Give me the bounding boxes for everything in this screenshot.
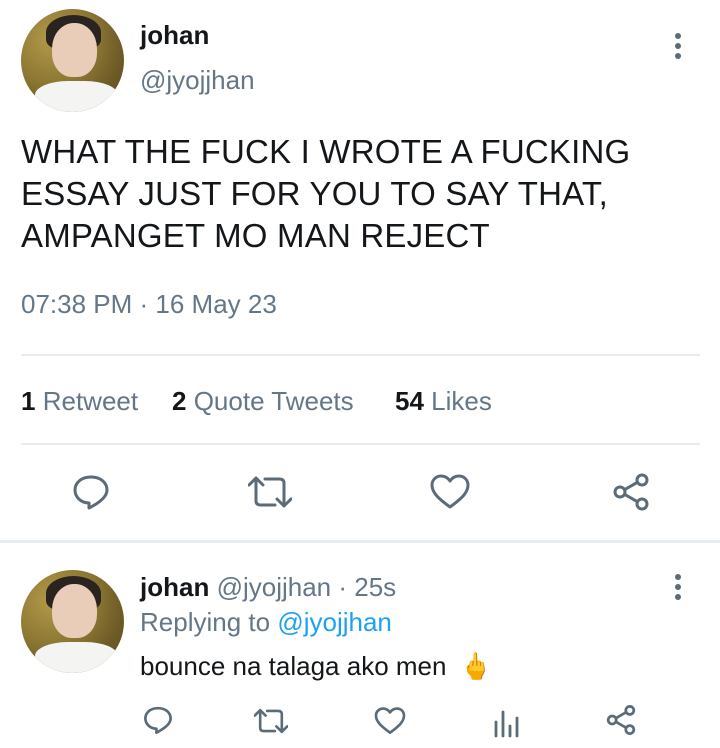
author-name[interactable]: johan xyxy=(140,20,209,51)
tweet-text-line: WHAT THE FUCK I WROTE A FUCKING xyxy=(21,133,631,170)
retweets-label: Retweet xyxy=(42,386,139,416)
middle-finger-emoji-icon: 🖕 xyxy=(459,651,493,681)
section-separator xyxy=(0,540,720,543)
like-icon[interactable] xyxy=(430,474,470,510)
replying-to: Replying to @jyojjhan xyxy=(140,607,392,638)
reply-author-handle[interactable]: @jyojjhan xyxy=(217,572,332,602)
likes-label: Likes xyxy=(431,386,492,416)
reply-text: bounce na talaga ako men 🖕 xyxy=(140,651,492,682)
retweets-stat[interactable]: 1 Retweet xyxy=(21,386,138,417)
retweet-icon[interactable] xyxy=(248,474,292,510)
quotes-count: 2 xyxy=(172,386,187,416)
likes-stat[interactable]: 54 Likes xyxy=(395,386,492,417)
reply-retweet-icon[interactable] xyxy=(254,707,288,735)
reply-text-body: bounce na talaga ako men xyxy=(140,651,447,681)
reply-icon[interactable] xyxy=(72,473,110,511)
divider xyxy=(21,443,700,445)
reply-share-icon[interactable] xyxy=(605,704,637,736)
likes-count: 54 xyxy=(395,386,424,416)
tweet-text: WHAT THE FUCK I WROTE A FUCKING ESSAY JU… xyxy=(21,131,711,257)
reply-time[interactable]: · 25s xyxy=(338,572,396,602)
divider xyxy=(21,354,700,356)
quotes-label: Quote Tweets xyxy=(193,386,354,416)
reply-author-avatar[interactable] xyxy=(21,570,124,673)
share-icon[interactable] xyxy=(611,472,651,512)
reply-more-options-icon[interactable] xyxy=(675,574,681,604)
reply-like-icon[interactable] xyxy=(374,707,406,735)
reply-reply-icon[interactable] xyxy=(143,705,173,735)
more-options-icon[interactable] xyxy=(675,33,681,63)
author-handle[interactable]: @jyojjhan xyxy=(140,65,255,96)
reply-author-name[interactable]: johan xyxy=(140,572,209,602)
tweet-text-line: ESSAY JUST FOR YOU TO SAY THAT, xyxy=(21,175,608,212)
replying-to-handle[interactable]: @jyojjhan xyxy=(277,607,392,637)
replying-to-label: Replying to xyxy=(140,607,271,637)
retweets-count: 1 xyxy=(21,386,36,416)
analytics-icon[interactable] xyxy=(493,708,519,738)
author-avatar[interactable] xyxy=(21,9,124,112)
reply-header: johan @jyojjhan · 25s xyxy=(140,572,396,603)
quote-tweets-stat[interactable]: 2 Quote Tweets xyxy=(172,386,354,417)
tweet-text-line: AMPANGET MO MAN REJECT xyxy=(21,217,490,254)
tweet-timestamp[interactable]: 07:38 PM · 16 May 23 xyxy=(21,289,277,320)
